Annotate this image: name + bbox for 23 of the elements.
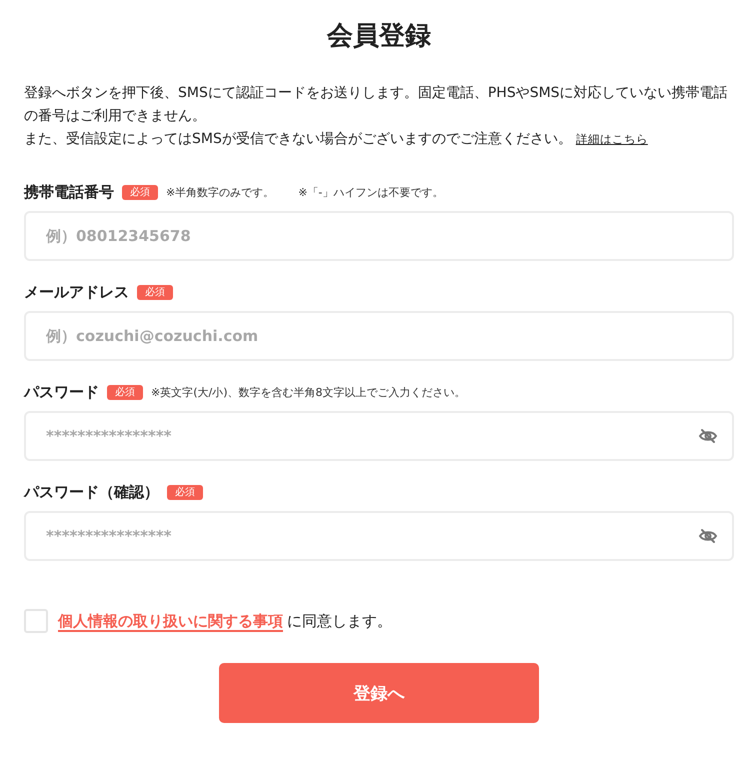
input-field[interactable]: **************** [24, 511, 734, 561]
hidden-eye-icon[interactable] [698, 528, 718, 544]
field-label: 携帯電話番号 [24, 182, 114, 202]
input-field[interactable]: **************** [24, 411, 734, 461]
hint-text: ※半角数字のみです。 [166, 184, 274, 200]
notice-text: 登録へボタンを押下後、SMSにて認証コードをお送りします。固定電話、PHSやSMSに対応していない携帯電話の番号はご利用できません。 [24, 84, 729, 126]
required-badge: 必須 [107, 384, 143, 400]
register-button[interactable]: 登録へ [219, 663, 539, 723]
details-link[interactable]: 詳細はこちら [576, 132, 648, 146]
field-label: パスワード（確認） [24, 482, 159, 502]
page-title: 会員登録 [326, 20, 432, 53]
required-badge: 必須 [167, 484, 203, 500]
required-badge: 必須 [122, 184, 158, 200]
consent-text: 個人情報の取り扱いに関する事項 に同意します。 [58, 612, 392, 630]
hint-text: ※「-」ハイフンは不要です。 [298, 184, 444, 200]
hint-text: ※英文字(大/小)、数字を含む半角8文字以上でご入力ください。 [151, 384, 466, 400]
hidden-eye-icon[interactable] [698, 428, 718, 444]
privacy-link[interactable]: 個人情報の取り扱いに関する事項 [58, 612, 283, 632]
field-label: パスワード [24, 382, 99, 402]
consent-checkbox[interactable] [24, 609, 48, 633]
required-badge: 必須 [137, 284, 173, 300]
field-label: メールアドレス [24, 282, 129, 302]
notice-text: また、受信設定によってはSMSが受信できない場合がございますのでご注意ください。 詳細はこちら [24, 130, 649, 149]
